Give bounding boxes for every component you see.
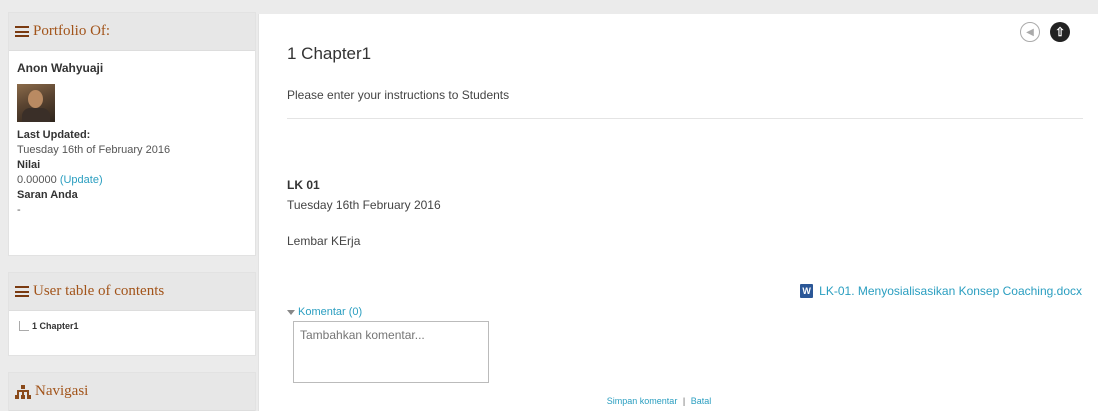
portfolio-body: Anon Wahyuaji Last Updated: Tuesday 16th… [9,51,255,228]
portfolio-block-header[interactable]: Portfolio Of: [9,13,255,51]
user-toc-body: 1 Chapter1 [9,311,255,341]
feedback-value: - [17,204,21,216]
portfolio-block-title: Portfolio Of: [33,23,111,39]
entry-date: Tuesday 16th February 2016 [287,198,441,212]
circle-arrow-left-icon[interactable]: ◀ [1020,22,1040,42]
comments-toggle[interactable]: Komentar (0) [287,306,362,318]
comments-toggle-label[interactable]: Komentar (0) [298,306,362,318]
comment-input[interactable] [293,321,489,383]
toc-item-label: 1 Chapter1 [32,321,79,331]
grade-row: 0.00000 (Update) [17,173,247,188]
cancel-comment-link[interactable]: Batal [691,396,712,406]
hamburger-icon [15,26,29,37]
separator: | [682,396,686,406]
main-content: ◀ ⇧ 1 Chapter1 Please enter your instruc… [258,14,1098,411]
entry-text: Lembar KErja [287,234,361,248]
sitemap-icon [15,384,31,399]
user-toc-block-header[interactable]: User table of contents [9,273,255,311]
last-updated-value: Tuesday 16th of February 2016 [17,144,171,156]
divider [287,118,1083,119]
attachment-name[interactable]: LK-01. Menyosialisasikan Konsep Coaching… [819,284,1082,298]
navigation-block: Navigasi [8,372,256,411]
owner-name: Anon Wahyuaji [17,61,104,75]
tree-branch-icon [19,321,29,331]
grade-update-link[interactable]: (Update) [60,174,103,186]
comment-actions: Simpan komentar | Batal [259,396,1059,406]
portfolio-block: Portfolio Of: Anon Wahyuaji Last Updated… [8,12,256,256]
grade-label: Nilai [17,159,41,171]
navigation-block-title: Navigasi [35,383,89,399]
chevron-down-icon [287,309,295,315]
last-updated-label: Last Updated: [17,129,91,141]
chapter-title: 1 Chapter1 [287,44,372,63]
circle-arrow-up-icon[interactable]: ⇧ [1050,22,1070,42]
word-document-icon: W [800,284,814,298]
page: Portfolio Of: Anon Wahyuaji Last Updated… [0,0,1098,411]
user-toc-block-title: User table of contents [33,283,165,299]
save-comment-link[interactable]: Simpan komentar [607,396,678,406]
hamburger-icon [15,286,29,297]
avatar[interactable] [17,84,55,122]
toc-item-chapter1[interactable]: 1 Chapter1 [19,321,245,331]
user-toc-block: User table of contents 1 Chapter1 [8,272,256,356]
grade-value: 0.00000 [17,174,57,186]
entry-title: LK 01 [287,178,320,192]
chapter-nav-icons: ◀ ⇧ [1020,22,1070,42]
attachment-link[interactable]: W LK-01. Menyosialisasikan Konsep Coachi… [800,284,1082,298]
navigation-block-header[interactable]: Navigasi [9,373,255,411]
feedback-label: Saran Anda [17,189,78,201]
instructions-text: Please enter your instructions to Studen… [287,88,510,102]
